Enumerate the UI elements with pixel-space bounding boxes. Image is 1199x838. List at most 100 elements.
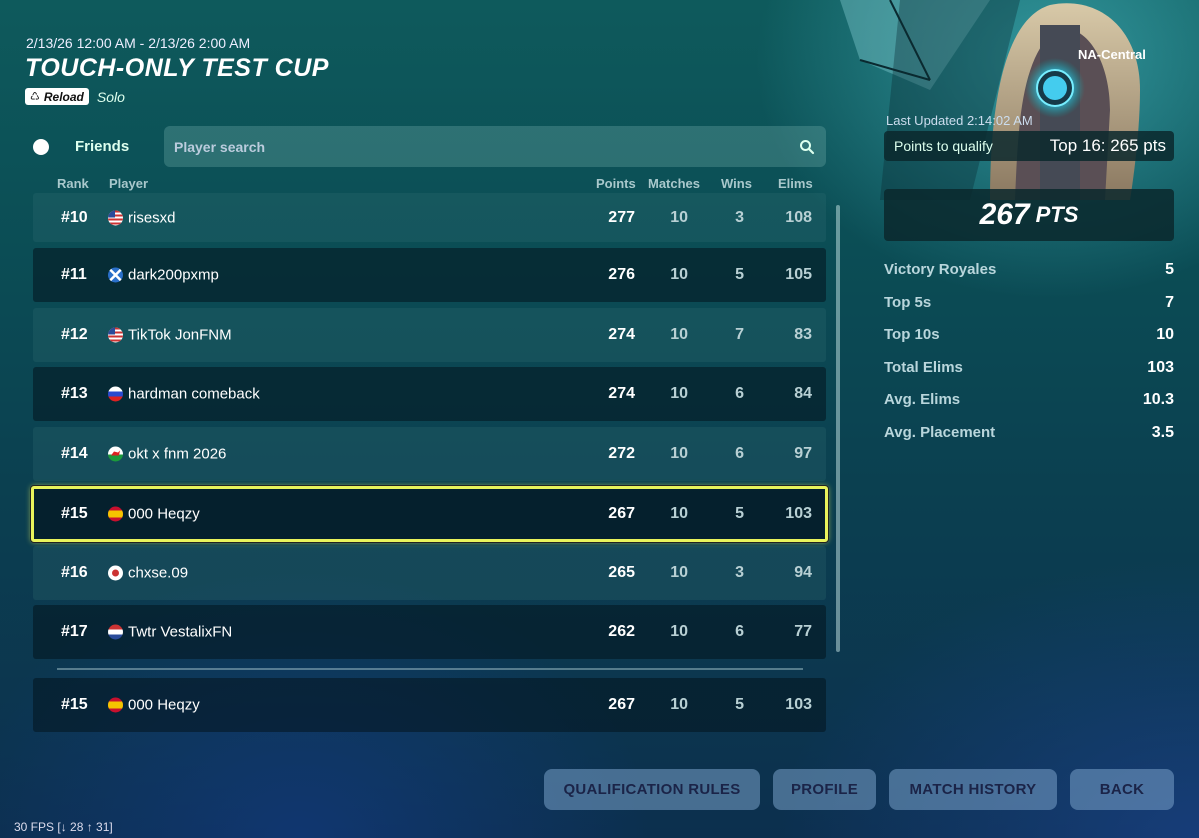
row-points: 274 xyxy=(608,385,635,402)
row-wins: 6 xyxy=(735,445,744,462)
region-label: NA-Central xyxy=(1078,47,1146,62)
row-matches: 10 xyxy=(670,623,688,640)
match-history-button[interactable]: MATCH HISTORY xyxy=(889,769,1057,810)
list-divider xyxy=(57,668,803,670)
row-wins: 3 xyxy=(735,564,744,581)
last-updated: Last Updated 2:14:02 AM xyxy=(886,113,1033,128)
friends-toggle[interactable] xyxy=(33,139,49,155)
friends-toggle-label[interactable]: Friends xyxy=(75,138,129,155)
row-elims: 94 xyxy=(794,564,812,581)
flag-us-icon xyxy=(108,210,123,225)
row-points: 276 xyxy=(608,266,635,283)
stat-top-5s: Top 5s 7 xyxy=(884,293,1174,311)
qualification-rules-button[interactable]: QUALIFICATION RULES xyxy=(544,769,760,810)
stats-list: Victory Royales 5 Top 5s 7 Top 10s 10 Total… xyxy=(884,261,1174,457)
row-rank: #15 xyxy=(61,696,88,713)
row-wins: 5 xyxy=(735,505,744,522)
column-header-rank: Rank xyxy=(57,176,89,191)
search-icon[interactable] xyxy=(798,138,816,156)
row-points: 274 xyxy=(608,326,635,343)
event-mode: Solo xyxy=(96,88,125,105)
flag-spain-icon xyxy=(108,697,123,713)
event-date-range: 2/13/26 12:00 AM - 2/13/26 2:00 AM xyxy=(26,35,251,51)
leaderboard-row[interactable]: #16 chxse.09 265 10 3 94 xyxy=(33,546,826,600)
row-elims: 84 xyxy=(794,385,812,402)
qualify-value: Top 16: 265 pts xyxy=(1049,136,1166,155)
row-matches: 10 xyxy=(670,208,688,226)
leaderboard-row[interactable]: #11 dark200pxmp 276 10 5 105 xyxy=(33,248,826,302)
row-rank: #11 xyxy=(61,266,87,283)
row-wins: 3 xyxy=(735,208,744,226)
stat-victory-royales: Victory Royales 5 xyxy=(884,261,1174,278)
row-elims: 108 xyxy=(785,208,812,226)
row-player-name: 000 Heqzy xyxy=(128,696,200,714)
row-matches: 10 xyxy=(670,266,688,283)
row-elims: 103 xyxy=(785,696,812,713)
row-wins: 5 xyxy=(735,696,744,713)
row-points: 272 xyxy=(608,445,635,462)
reload-badge: ♺ Reload xyxy=(25,88,89,105)
points-to-qualify-box: Points to qualify Top 16: 265 pts xyxy=(884,131,1174,161)
column-header-points: Points xyxy=(596,176,636,191)
flag-spain-icon xyxy=(108,506,123,522)
row-points: 265 xyxy=(608,564,635,581)
player-search-placeholder: Player search xyxy=(174,138,266,155)
row-rank: #10 xyxy=(61,208,88,226)
leaderboard-row[interactable]: #13 hardman comeback 274 10 6 84 xyxy=(33,367,826,421)
fps-counter: 30 FPS [↓ 28 ↑ 31] xyxy=(14,820,113,834)
row-matches: 10 xyxy=(670,385,688,402)
stat-avg-elims: Avg. Elims 10.3 xyxy=(884,391,1174,409)
row-wins: 6 xyxy=(735,385,744,402)
flag-japan-icon xyxy=(108,565,123,581)
row-player-name: risesxd xyxy=(128,209,176,226)
flag-russia-icon xyxy=(108,386,123,402)
row-rank: #12 xyxy=(61,326,88,343)
row-matches: 10 xyxy=(670,564,688,581)
leaderboard-row[interactable]: #14 okt x fnm 2026 272 10 6 97 xyxy=(33,427,826,481)
row-elims: 97 xyxy=(794,445,812,462)
row-rank: #14 xyxy=(61,445,88,462)
column-header-player: Player xyxy=(109,176,149,191)
row-player-name: TikTok JonFNM xyxy=(128,326,232,344)
my-points-unit: PTS xyxy=(1035,202,1079,227)
row-elims: 103 xyxy=(785,505,812,522)
row-player-name: chxse.09 xyxy=(128,564,189,582)
flag-us-icon xyxy=(108,327,123,343)
row-player-name: 000 Heqzy xyxy=(128,505,200,523)
reload-badge-label: Reload xyxy=(43,89,84,104)
row-player-name: okt x fnm 2026 xyxy=(128,445,227,463)
flag-netherlands-icon xyxy=(108,624,123,640)
back-button[interactable]: BACK xyxy=(1070,769,1174,810)
my-points-box: 267 PTS xyxy=(884,189,1174,241)
row-player-name: hardman comeback xyxy=(128,385,260,403)
leaderboard-row[interactable]: #17 Twtr VestalixFN 262 10 6 77 xyxy=(33,605,826,659)
row-elims: 83 xyxy=(794,326,812,343)
row-matches: 10 xyxy=(670,445,688,462)
leaderboard-row[interactable]: #10 risesxd 277 10 3 108 xyxy=(33,193,826,242)
row-matches: 10 xyxy=(670,696,688,713)
event-tags: ♺ Reload Solo xyxy=(25,88,125,105)
leaderboard-row-selected[interactable]: #15 000 Heqzy 267 10 5 103 xyxy=(31,486,828,542)
stat-avg-placement: Avg. Placement 3.5 xyxy=(884,423,1174,441)
leaderboard-row[interactable]: #12 TikTok JonFNM 274 10 7 83 xyxy=(33,308,826,362)
flag-scotland-icon xyxy=(108,267,123,283)
row-points: 267 xyxy=(608,505,635,522)
event-title: TOUCH-ONLY TEST CUP xyxy=(25,54,329,82)
column-header-matches: Matches xyxy=(648,176,701,191)
stat-total-elims: Total Elims 103 xyxy=(884,358,1174,376)
row-points: 277 xyxy=(608,208,635,226)
row-elims: 105 xyxy=(785,266,812,283)
self-row[interactable]: #15 000 Heqzy 267 10 5 103 xyxy=(33,678,826,732)
row-elims: 77 xyxy=(794,623,812,640)
my-points-value: 267 xyxy=(979,198,1030,231)
flag-wales-icon xyxy=(108,446,123,462)
row-rank: #13 xyxy=(61,385,88,402)
row-matches: 10 xyxy=(670,505,688,522)
column-header-wins: Wins xyxy=(721,176,752,191)
row-rank: #15 xyxy=(61,505,88,522)
row-wins: 6 xyxy=(735,623,744,640)
row-points: 262 xyxy=(608,623,635,640)
list-scrollbar[interactable] xyxy=(836,205,840,652)
player-search-input[interactable]: Player search xyxy=(164,126,826,167)
profile-button[interactable]: PROFILE xyxy=(773,769,876,810)
